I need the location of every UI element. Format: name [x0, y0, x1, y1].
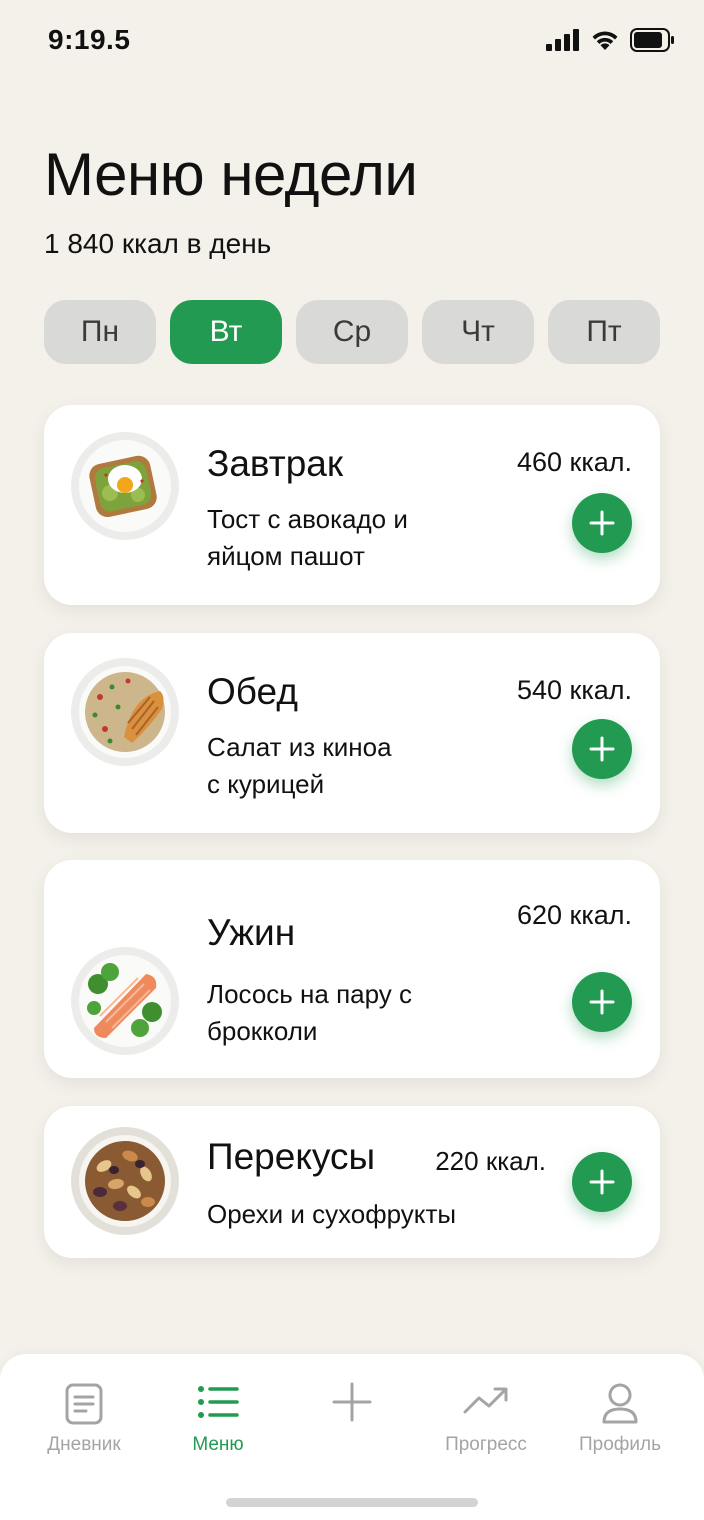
meal-calories: 540 ккал. — [516, 675, 632, 705]
meal-card-dinner[interactable]: Ужин 620 ккал. Лосось на пару с брокколи — [44, 860, 660, 1078]
trend-icon — [463, 1387, 508, 1414]
tab-day-fri[interactable]: Пт — [548, 300, 660, 364]
menu-list-icon — [198, 1386, 239, 1418]
meal-description-line: брокколи — [207, 1016, 318, 1046]
meal-name: Ужин — [207, 912, 296, 953]
plus-icon — [589, 736, 615, 762]
tab-label: Меню — [192, 1434, 244, 1455]
meal-description-line: Орехи и сухофрукты — [207, 1199, 457, 1229]
tab-day-tue[interactable]: Вт — [170, 300, 282, 364]
meal-name: Перекусы — [207, 1136, 376, 1177]
plus-icon — [589, 510, 615, 536]
meal-description-line: Лосось на пару с — [207, 979, 413, 1009]
page-title: Меню недели — [44, 141, 418, 208]
meal-name: Обед — [207, 671, 298, 712]
nuts-bowl-image — [71, 1127, 179, 1235]
status-time: 9:19.5 — [48, 24, 131, 55]
meal-description-line: Салат из киноа — [207, 732, 392, 762]
meal-description-line: Тост с авокадо и — [207, 504, 408, 534]
tab-label: Прогресс — [445, 1434, 527, 1455]
tab-progress[interactable]: Прогресс — [421, 1382, 551, 1462]
tab-profile[interactable]: Профиль — [555, 1382, 685, 1462]
tab-menu[interactable]: Меню — [153, 1382, 283, 1462]
avocado-toast-plate-image — [71, 432, 179, 540]
add-dinner-button[interactable] — [572, 972, 632, 1032]
battery-icon — [630, 28, 674, 52]
meal-card-lunch[interactable]: Обед 540 ккал. Салат из киноа с курицей — [44, 633, 660, 833]
tab-diary[interactable]: Дневник — [19, 1382, 149, 1462]
salmon-broccoli-plate-image — [71, 947, 179, 1055]
meal-card-snacks[interactable]: Перекусы 220 ккал. Орехи и сухофрукты — [44, 1106, 660, 1258]
meal-calories: 620 ккал. — [516, 900, 632, 930]
profile-icon — [602, 1383, 638, 1424]
signal-icon — [546, 29, 579, 51]
meal-name: Завтрак — [207, 443, 344, 484]
status-icons — [546, 26, 676, 54]
tab-day-wed[interactable]: Ср — [296, 300, 408, 364]
meal-description: Лосось на пару с брокколи — [207, 976, 467, 1050]
day-tabs: Пн Вт Ср Чт Пт — [44, 300, 660, 364]
diary-icon — [65, 1383, 103, 1425]
meal-description: Тост с авокадо и яйцом пашот — [207, 501, 467, 575]
home-indicator — [226, 1498, 478, 1507]
add-snacks-button[interactable] — [572, 1152, 632, 1212]
meal-description-line: с курицей — [207, 769, 325, 799]
tab-label: Дневник — [47, 1434, 121, 1455]
meal-card-breakfast[interactable]: Завтрак 460 ккал. Тост с авокадо и яйцом… — [44, 405, 660, 605]
tab-day-thu[interactable]: Чт — [422, 300, 534, 364]
meal-calories: 220 ккал. — [435, 1146, 546, 1176]
daily-calories: 1 840 ккал в день — [44, 228, 272, 259]
quinoa-chicken-plate-image — [71, 658, 179, 766]
meal-description: Салат из киноа с курицей — [207, 729, 467, 803]
status-bar: 9:19.5 — [0, 0, 704, 84]
tab-add[interactable] — [287, 1382, 417, 1462]
bottom-tab-bar: Дневник Меню Прогресс Профиль — [0, 1354, 704, 1520]
plus-icon — [332, 1382, 372, 1422]
add-breakfast-button[interactable] — [572, 493, 632, 553]
tab-label: Профиль — [578, 1434, 662, 1455]
add-lunch-button[interactable] — [572, 719, 632, 779]
meal-description: Орехи и сухофрукты — [207, 1196, 507, 1233]
meal-description-line: яйцом пашот — [207, 541, 365, 571]
wifi-icon — [592, 31, 618, 50]
tab-day-mon[interactable]: Пн — [44, 300, 156, 364]
plus-icon — [589, 1169, 615, 1195]
meal-calories: 460 ккал. — [516, 447, 632, 477]
plus-icon — [589, 989, 615, 1015]
